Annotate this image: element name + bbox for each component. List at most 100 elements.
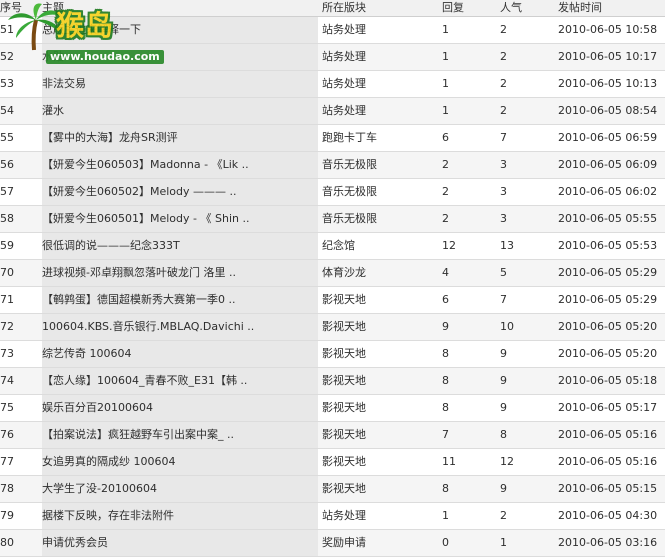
cell-title-link[interactable]: 很低调的说———纪念333T	[42, 233, 318, 259]
cell-no: 80	[0, 536, 14, 549]
cell-title-link[interactable]: 据楼下反映，存在非法附件	[42, 503, 318, 529]
cell-board-link[interactable]: 站务处理	[322, 503, 432, 529]
cell-title-link[interactable]: 灌水	[42, 98, 318, 124]
cell-board-link[interactable]: 站务处理	[322, 44, 432, 70]
col-header-title[interactable]: 主题	[42, 0, 318, 16]
table-row[interactable]: 57 【妍爱今生060502】Melody ——— .. 音乐无极限 2 3 2010-0…	[0, 179, 665, 206]
cell-popularity: 3	[500, 185, 507, 198]
cell-board-link[interactable]: 跑跑卡丁车	[322, 125, 432, 151]
table-row[interactable]: 70 进球视频-邓卓翔飘忽落叶破龙门 洛里 .. 体育沙龙 4 5 2010-06-05 …	[0, 260, 665, 287]
table-row[interactable]: 56 【妍爱今生060503】Madonna - 《Lik .. 音乐无极限 2 3 20…	[0, 152, 665, 179]
cell-board-link[interactable]: 站务处理	[322, 98, 432, 124]
cell-popularity: 13	[500, 239, 514, 252]
cell-time: 2010-06-05 06:02	[558, 185, 658, 198]
cell-board-link[interactable]: 音乐无极限	[322, 152, 432, 178]
table-row[interactable]: 72 100604.KBS.音乐银行.MBLAQ.Davichi .. 影视天地 9 1…	[0, 314, 665, 341]
cell-title-link[interactable]: 总版主进来解释一下	[42, 17, 318, 43]
cell-board-link[interactable]: 站务处理	[322, 17, 432, 43]
table-row[interactable]: 76 【拍案说法】疯狂越野车引出案中案_ .. 影视天地 7 8 2010-06-05 0…	[0, 422, 665, 449]
table-row[interactable]: 52 水贴 站务处理 1 2 2010-06-05 10:17	[0, 44, 665, 71]
cell-board-link[interactable]: 影视天地	[322, 476, 432, 502]
cell-no: 58	[0, 212, 14, 225]
table-row[interactable]: 80 申请优秀会员 奖励申请 0 1 2010-06-05 03:16	[0, 530, 665, 557]
table-row[interactable]: 79 据楼下反映，存在非法附件 站务处理 1 2 2010-06-05 04:30	[0, 503, 665, 530]
cell-time: 2010-06-05 05:20	[558, 347, 658, 360]
cell-replies: 8	[442, 401, 449, 414]
table-row[interactable]: 58 【妍爱今生060501】Melody - 《 Shin .. 音乐无极限 2 3 2…	[0, 206, 665, 233]
cell-replies: 1	[442, 509, 449, 522]
cell-title-link[interactable]: 进球视频-邓卓翔飘忽落叶破龙门 洛里 ..	[42, 260, 318, 286]
table-row[interactable]: 54 灌水 站务处理 1 2 2010-06-05 08:54	[0, 98, 665, 125]
cell-board-link[interactable]: 影视天地	[322, 395, 432, 421]
col-header-board[interactable]: 所在版块	[322, 0, 432, 16]
cell-title-link[interactable]: 综艺传奇 100604	[42, 341, 318, 367]
table-row[interactable]: 53 非法交易 站务处理 1 2 2010-06-05 10:13	[0, 71, 665, 98]
cell-title-link[interactable]: 【恋人缘】100604_青春不败_E31【韩 ..	[42, 368, 318, 394]
cell-time: 2010-06-05 05:16	[558, 455, 658, 468]
cell-time: 2010-06-05 10:58	[558, 23, 658, 36]
cell-replies: 6	[442, 293, 449, 306]
cell-board-link[interactable]: 体育沙龙	[322, 260, 432, 286]
cell-no: 52	[0, 50, 14, 63]
cell-title-link[interactable]: 女追男真的隔成纱 100604	[42, 449, 318, 475]
cell-board-link[interactable]: 音乐无极限	[322, 206, 432, 232]
cell-no: 79	[0, 509, 14, 522]
cell-title-link[interactable]: 水贴	[42, 44, 318, 70]
cell-title-link[interactable]: 【鹌鹑蛋】德国超模新秀大赛第一季0 ..	[42, 287, 318, 313]
cell-title-link[interactable]: 【妍爱今生060503】Madonna - 《Lik ..	[42, 152, 318, 178]
cell-time: 2010-06-05 10:13	[558, 77, 658, 90]
table-row[interactable]: 59 很低调的说———纪念333T 纪念馆 12 13 2010-06-05 05:53	[0, 233, 665, 260]
cell-board-link[interactable]: 影视天地	[322, 368, 432, 394]
cell-popularity: 3	[500, 158, 507, 171]
cell-title-link[interactable]: 申请优秀会员	[42, 530, 318, 556]
cell-no: 56	[0, 158, 14, 171]
cell-no: 77	[0, 455, 14, 468]
table-row[interactable]: 51 总版主进来解释一下 站务处理 1 2 2010-06-05 10:58	[0, 17, 665, 44]
cell-no: 72	[0, 320, 14, 333]
cell-replies: 2	[442, 212, 449, 225]
cell-title-link[interactable]: 【拍案说法】疯狂越野车引出案中案_ ..	[42, 422, 318, 448]
table-row[interactable]: 55 【雾中的大海】龙舟SR测评 跑跑卡丁车 6 7 2010-06-05 06:59	[0, 125, 665, 152]
cell-no: 59	[0, 239, 14, 252]
table-row[interactable]: 74 【恋人缘】100604_青春不败_E31【韩 .. 影视天地 8 9 2010-06…	[0, 368, 665, 395]
cell-popularity: 3	[500, 212, 507, 225]
cell-board-link[interactable]: 影视天地	[322, 422, 432, 448]
col-header-no[interactable]: 序号	[0, 0, 38, 16]
cell-title-link[interactable]: 100604.KBS.音乐银行.MBLAQ.Davichi ..	[42, 314, 318, 340]
cell-title-link[interactable]: 【妍爱今生060501】Melody - 《 Shin ..	[42, 206, 318, 232]
table-row[interactable]: 73 综艺传奇 100604 影视天地 8 9 2010-06-05 05:20	[0, 341, 665, 368]
cell-no: 71	[0, 293, 14, 306]
cell-title-link[interactable]: 【妍爱今生060502】Melody ——— ..	[42, 179, 318, 205]
col-header-popularity[interactable]: 人气	[500, 0, 550, 16]
cell-board-link[interactable]: 影视天地	[322, 287, 432, 313]
cell-board-link[interactable]: 音乐无极限	[322, 179, 432, 205]
cell-board-link[interactable]: 影视天地	[322, 341, 432, 367]
cell-title-link[interactable]: 非法交易	[42, 71, 318, 97]
cell-no: 76	[0, 428, 14, 441]
cell-title-link[interactable]: 娱乐百分百20100604	[42, 395, 318, 421]
cell-replies: 4	[442, 266, 449, 279]
cell-title-link[interactable]: 【雾中的大海】龙舟SR测评	[42, 125, 318, 151]
cell-popularity: 9	[500, 374, 507, 387]
cell-board-link[interactable]: 影视天地	[322, 314, 432, 340]
cell-time: 2010-06-05 06:59	[558, 131, 658, 144]
cell-replies: 0	[442, 536, 449, 549]
cell-title-link[interactable]: 大学生了没-20100604	[42, 476, 318, 502]
list-header: 序号 主题 所在版块 回复 人气 发帖时间	[0, 0, 665, 17]
cell-board-link[interactable]: 纪念馆	[322, 233, 432, 259]
table-row[interactable]: 75 娱乐百分百20100604 影视天地 8 9 2010-06-05 05:17	[0, 395, 665, 422]
col-header-replies[interactable]: 回复	[442, 0, 492, 16]
cell-time: 2010-06-05 06:09	[558, 158, 658, 171]
cell-time: 2010-06-05 05:15	[558, 482, 658, 495]
cell-popularity: 2	[500, 23, 507, 36]
cell-board-link[interactable]: 影视天地	[322, 449, 432, 475]
table-row[interactable]: 78 大学生了没-20100604 影视天地 8 9 2010-06-05 05:15	[0, 476, 665, 503]
cell-no: 70	[0, 266, 14, 279]
table-row[interactable]: 77 女追男真的隔成纱 100604 影视天地 11 12 2010-06-05 05:1…	[0, 449, 665, 476]
cell-board-link[interactable]: 奖励申请	[322, 530, 432, 556]
cell-popularity: 8	[500, 428, 507, 441]
cell-time: 2010-06-05 03:16	[558, 536, 658, 549]
col-header-time[interactable]: 发帖时间	[558, 0, 665, 16]
cell-board-link[interactable]: 站务处理	[322, 71, 432, 97]
table-row[interactable]: 71 【鹌鹑蛋】德国超模新秀大赛第一季0 .. 影视天地 6 7 2010-06-05 0…	[0, 287, 665, 314]
